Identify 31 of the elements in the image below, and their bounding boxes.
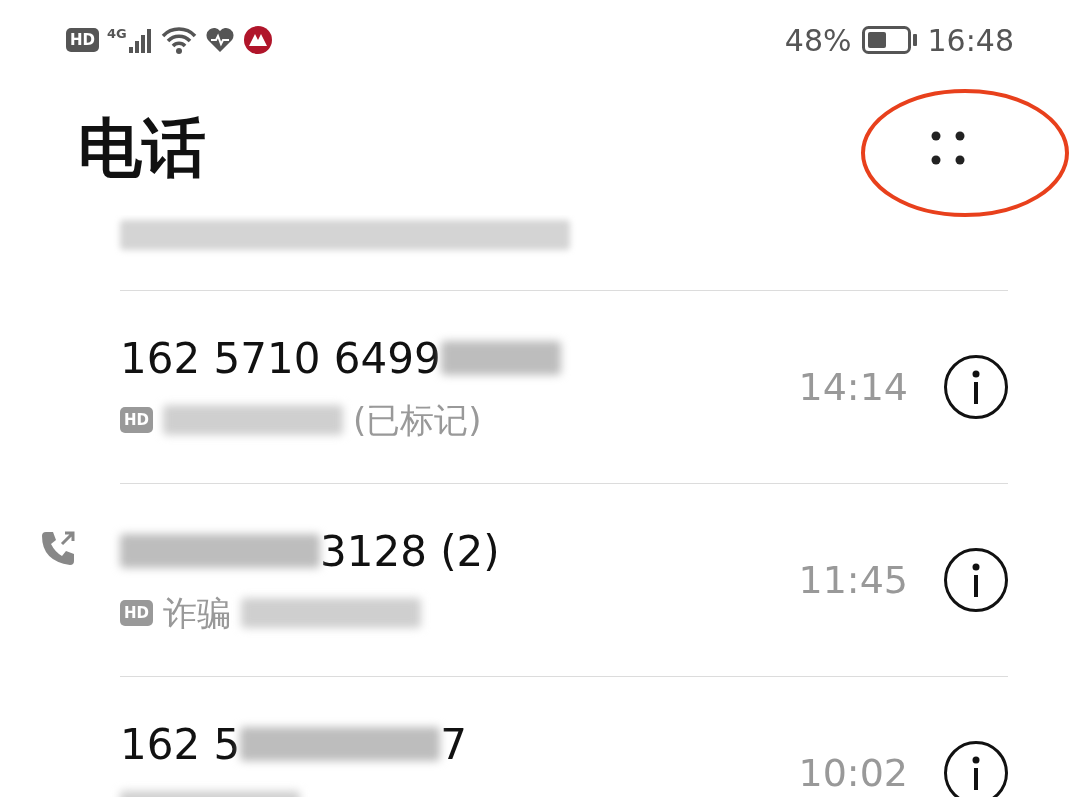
call-time: 14:14	[798, 363, 908, 411]
clock: 16:48	[927, 21, 1014, 60]
bank-logo-icon	[242, 25, 273, 55]
page-title: 电话	[78, 109, 206, 187]
call-log-row[interactable]: 3128 (2) HD 诈骗 11:45	[120, 483, 1008, 676]
call-time: 10:02	[798, 749, 908, 797]
phone-number: 3128 (2)	[320, 525, 500, 578]
dots-menu-icon	[931, 130, 965, 165]
call-label: 诈骗	[163, 591, 231, 635]
info-button[interactable]	[944, 741, 1008, 797]
info-icon	[972, 370, 980, 404]
call-log-row[interactable]: 162 5 7 10:02	[120, 676, 1008, 797]
info-icon	[972, 563, 980, 597]
call-label: (已标记)	[353, 398, 482, 442]
call-time: 11:45	[798, 556, 908, 604]
battery-percent: 48%	[784, 21, 852, 60]
info-icon	[972, 756, 980, 790]
hd-badge: HD	[66, 28, 99, 52]
info-button[interactable]	[944, 548, 1008, 612]
call-log-row[interactable]: 162 5710 6499 HD (已标记) 14:14	[120, 290, 1008, 483]
hd-badge: HD	[120, 407, 153, 433]
phone-number: 7	[440, 718, 467, 771]
hd-badge: HD	[120, 600, 153, 626]
battery-icon	[861, 26, 918, 54]
info-button[interactable]	[944, 355, 1008, 419]
wifi-icon	[160, 26, 197, 54]
heart-pulse-icon	[204, 27, 235, 53]
signal-icon	[128, 27, 153, 53]
network-label: 4G	[107, 27, 127, 40]
phone-number: 162 5	[120, 718, 241, 771]
phone-number: 162 5710 6499	[120, 332, 441, 385]
